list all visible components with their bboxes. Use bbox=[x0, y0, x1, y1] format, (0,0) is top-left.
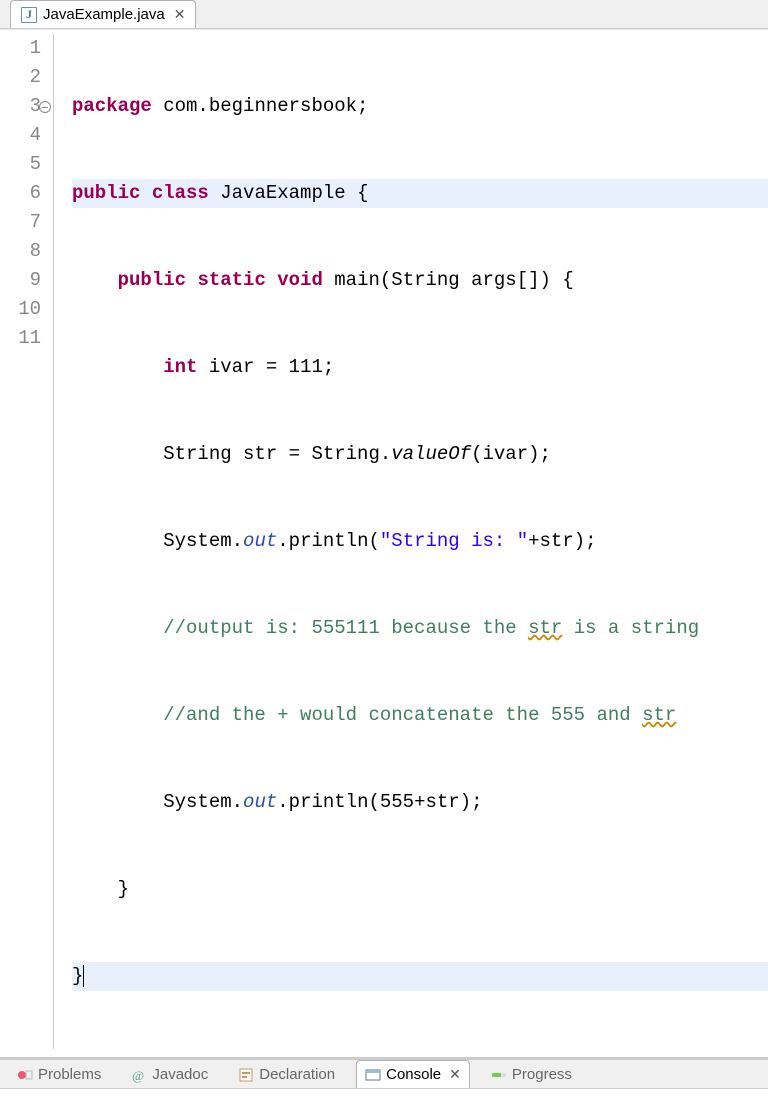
console-icon bbox=[365, 1067, 381, 1083]
line-number: 6 bbox=[0, 179, 41, 208]
close-icon[interactable]: ✕ bbox=[446, 1066, 461, 1083]
line-number: 2 bbox=[0, 63, 41, 92]
code-area[interactable]: package com.beginnersbook; public class … bbox=[54, 34, 768, 1049]
tab-label: Problems bbox=[38, 1066, 101, 1083]
line-number: 11 bbox=[0, 324, 41, 353]
bottom-panel-tabs: Problems @ Javadoc Declaration Console ✕… bbox=[0, 1060, 768, 1089]
line-number: 8 bbox=[0, 237, 41, 266]
code-line: System.out.println(555+str); bbox=[72, 788, 768, 817]
declaration-icon bbox=[238, 1067, 254, 1083]
code-line: System.out.println("String is: "+str); bbox=[72, 527, 768, 556]
tab-progress[interactable]: Progress bbox=[482, 1060, 581, 1088]
javadoc-icon: @ bbox=[131, 1067, 147, 1083]
line-number-gutter: 1 2 3 4 5 6 7 8 9 10 11 bbox=[0, 34, 54, 1049]
tab-label: Javadoc bbox=[152, 1066, 208, 1083]
line-number: 9 bbox=[0, 266, 41, 295]
code-line: public class JavaExample { bbox=[72, 179, 768, 208]
code-line: } bbox=[72, 962, 768, 991]
editor-tab-bar: J JavaExample.java ✕ bbox=[0, 0, 768, 29]
code-line: String str = String.valueOf(ivar); bbox=[72, 440, 768, 469]
line-number: 3 bbox=[0, 92, 41, 121]
line-number: 4 bbox=[0, 121, 41, 150]
code-editor[interactable]: 1 2 3 4 5 6 7 8 9 10 11 package com.begi… bbox=[0, 29, 768, 1058]
line-number: 5 bbox=[0, 150, 41, 179]
close-icon[interactable]: ✕ bbox=[171, 6, 186, 23]
code-line: //output is: 555111 because the str is a… bbox=[72, 614, 768, 643]
editor-tab[interactable]: J JavaExample.java ✕ bbox=[10, 0, 196, 28]
java-file-icon: J bbox=[21, 7, 37, 23]
tab-label: Console bbox=[386, 1066, 441, 1083]
tab-label: Progress bbox=[512, 1066, 572, 1083]
code-line: int ivar = 111; bbox=[72, 353, 768, 382]
editor-tab-filename: JavaExample.java bbox=[43, 6, 165, 23]
code-line: } bbox=[72, 875, 768, 904]
console-status: <terminated> JavaExample [Java Applicati… bbox=[8, 1093, 760, 1097]
tab-declaration[interactable]: Declaration bbox=[229, 1060, 344, 1088]
tab-problems[interactable]: Problems bbox=[8, 1060, 110, 1088]
tab-console[interactable]: Console ✕ bbox=[356, 1060, 470, 1088]
progress-icon bbox=[491, 1067, 507, 1083]
code-line: package com.beginnersbook; bbox=[72, 92, 768, 121]
line-number: 1 bbox=[0, 34, 41, 63]
svg-text:@: @ bbox=[132, 1068, 144, 1083]
line-number: 7 bbox=[0, 208, 41, 237]
line-number: 10 bbox=[0, 295, 41, 324]
code-line: //and the + would concatenate the 555 an… bbox=[72, 701, 768, 730]
problems-icon bbox=[17, 1067, 33, 1083]
console-panel[interactable]: <terminated> JavaExample [Java Applicati… bbox=[0, 1089, 768, 1097]
tab-label: Declaration bbox=[259, 1066, 335, 1083]
tab-javadoc[interactable]: @ Javadoc bbox=[122, 1060, 217, 1088]
fold-toggle-icon[interactable] bbox=[39, 101, 51, 113]
code-line: public static void main(String args[]) { bbox=[72, 266, 768, 295]
